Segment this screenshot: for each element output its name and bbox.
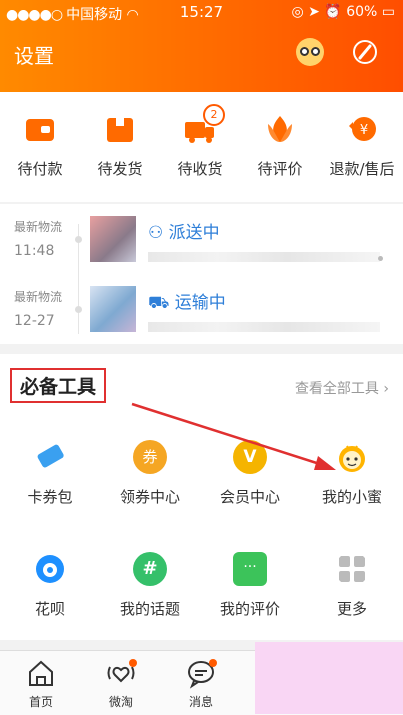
order-pending-review[interactable]: 待评价 xyxy=(240,112,320,179)
logistics-meta: 最新物流 11:48 xyxy=(14,218,62,259)
home-icon xyxy=(29,660,53,686)
battery-text: 60% xyxy=(346,4,378,20)
more-dot xyxy=(378,256,383,261)
view-all-label: 查看全部工具 xyxy=(294,381,379,397)
delivery-status: ⚇ 派送中 xyxy=(148,218,220,243)
header: ●●●●○ 中国移动 ◠ 15:27 ◎ ➤ ⏰ 60% ▭ 设置 xyxy=(0,0,403,92)
tool-label: 花呗 xyxy=(34,600,65,618)
order-pending-payment[interactable]: 待付款 xyxy=(0,112,80,179)
tool-label: 我的话题 xyxy=(119,600,180,618)
chevron-right-icon: › xyxy=(383,381,389,397)
order-label: 待评价 xyxy=(257,160,303,178)
order-shortcuts: 待付款 待发货 2 待收货 待评价 ¥ 退款/售后 xyxy=(0,92,403,202)
order-label: 待收货 xyxy=(177,160,223,178)
order-label: 待付款 xyxy=(17,160,63,178)
product-thumbnail xyxy=(90,216,136,262)
order-pending-shipment[interactable]: 待发货 xyxy=(80,112,160,179)
blurred-address xyxy=(148,252,380,262)
delivery-status-text: 派送中 xyxy=(168,223,220,243)
truck-icon: 2 xyxy=(183,104,225,146)
huabei-icon xyxy=(36,555,64,583)
message-icon xyxy=(185,657,217,689)
delivery-status-text: 运输中 xyxy=(174,293,226,313)
topic-icon: # xyxy=(133,552,167,586)
tool-my-topics[interactable]: # 我的话题 xyxy=(100,552,200,619)
logistics-item[interactable]: 最新物流 12-27 ⛟ 运输中 xyxy=(0,274,403,344)
logistics-panel: 最新物流 11:48 ⚇ 派送中 最新物流 12-27 ⛟ 运输中 xyxy=(0,204,403,344)
tab-weitao[interactable]: 微淘 xyxy=(86,657,156,710)
tool-my-reviews[interactable]: ··· 我的评价 xyxy=(200,552,300,619)
annotation-arrow xyxy=(131,402,336,470)
logistics-time: 12-27 xyxy=(14,313,55,329)
blurred-address xyxy=(148,322,380,332)
comment-icon: ··· xyxy=(233,552,267,586)
tab-label: 首页 xyxy=(28,695,53,709)
notification-dot xyxy=(209,659,217,667)
logistics-label: 最新物流 xyxy=(14,290,63,304)
flower-icon xyxy=(268,116,292,142)
timeline-dot xyxy=(75,306,82,313)
tab-label: 消息 xyxy=(188,695,213,709)
wallet-icon xyxy=(26,119,54,141)
tool-label: 会员中心 xyxy=(219,488,280,506)
order-refund[interactable]: ¥ 退款/售后 xyxy=(322,112,402,179)
page-title: 设置 xyxy=(14,44,54,68)
view-all-tools-link[interactable]: 查看全部工具 › xyxy=(295,378,389,398)
order-label: 退款/售后 xyxy=(329,160,395,178)
tool-label: 领券中心 xyxy=(119,488,180,506)
logistics-meta: 最新物流 12-27 xyxy=(14,288,62,329)
lock-rotation-icon: ◎ xyxy=(291,4,304,20)
tool-huabei[interactable]: 花呗 xyxy=(0,552,100,619)
heart-waves-icon xyxy=(105,657,137,689)
transit-truck-icon: ⛟ xyxy=(148,293,170,313)
status-bar: ●●●●○ 中国移动 ◠ 15:27 ◎ ➤ ⏰ 60% ▭ xyxy=(0,0,403,26)
grid-icon xyxy=(339,556,365,582)
tab-home[interactable]: 首页 xyxy=(6,657,76,710)
tab-messages[interactable]: 消息 xyxy=(166,657,236,710)
timeline-dot xyxy=(75,236,82,243)
tool-card-wallet[interactable]: 卡券包 xyxy=(0,440,100,507)
paint-brush-icon[interactable] xyxy=(352,39,378,65)
overlay-patch xyxy=(255,642,403,714)
notification-dot xyxy=(129,659,137,667)
courier-icon: ⚇ xyxy=(148,223,164,243)
tab-label: 微淘 xyxy=(108,695,133,709)
logistics-time: 11:48 xyxy=(14,243,55,259)
bee-assistant-icon xyxy=(339,445,365,472)
delivery-status: ⛟ 运输中 xyxy=(148,288,226,315)
svg-text:¥: ¥ xyxy=(360,123,368,138)
logistics-label: 最新物流 xyxy=(14,220,63,234)
location-icon: ➤ xyxy=(308,4,320,20)
tool-label: 我的小蜜 xyxy=(321,488,382,506)
alarm-icon: ⏰ xyxy=(324,4,342,20)
tool-label: 更多 xyxy=(336,600,367,618)
package-icon xyxy=(107,118,133,142)
refund-icon: ¥ xyxy=(349,117,376,141)
order-label: 待发货 xyxy=(97,160,143,178)
owl-mascot-icon[interactable] xyxy=(296,38,324,66)
logistics-item[interactable]: 最新物流 11:48 ⚇ 派送中 xyxy=(0,204,403,274)
tools-title: 必备工具 xyxy=(10,368,107,403)
order-pending-receipt[interactable]: 2 待收货 xyxy=(160,104,240,179)
order-badge: 2 xyxy=(203,104,225,126)
tool-label: 我的评价 xyxy=(219,600,280,618)
battery-icon: ▭ xyxy=(381,4,395,20)
product-thumbnail xyxy=(90,286,136,332)
ticket-icon xyxy=(37,444,64,468)
tool-more[interactable]: 更多 xyxy=(302,552,402,619)
tool-label: 卡券包 xyxy=(27,488,73,506)
status-right: ◎ ➤ ⏰ 60% ▭ xyxy=(291,4,395,20)
